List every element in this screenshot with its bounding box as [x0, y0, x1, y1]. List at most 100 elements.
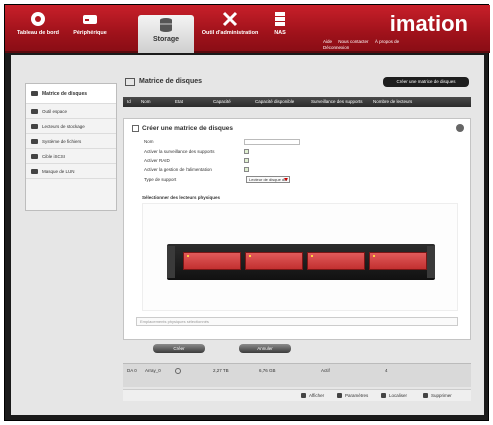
help-link[interactable]: Aide [323, 39, 332, 44]
drive-selector [142, 203, 458, 311]
sidebar-item-lun-mask[interactable]: Masque de LUN [26, 164, 116, 179]
drive-bay-3[interactable] [307, 252, 365, 270]
about-link[interactable]: À propos de [375, 39, 399, 44]
name-label: Nom [144, 139, 154, 144]
array-capacity: 2,27 TB [213, 368, 229, 373]
sidebar-item-label: Cible iSCSI [42, 154, 66, 159]
view-action[interactable]: Afficher [301, 393, 324, 398]
sidebar-item-label: Outil espace [42, 109, 68, 114]
contact-link[interactable]: Nous contacter [338, 39, 368, 44]
action-label: Paramètres [345, 393, 369, 398]
monitoring-checkbox[interactable] [244, 149, 249, 154]
server-icon [275, 12, 285, 26]
nav-storage[interactable]: Storage [138, 15, 194, 53]
header-links: Aide Nous contacter À propos de Déconnex… [323, 39, 443, 51]
column-header[interactable]: Capacité [213, 99, 231, 104]
form-icon [132, 125, 139, 132]
sidebar-item-label: Matrice de disques [42, 91, 88, 97]
page-title: Matrice de disques [123, 78, 203, 86]
array-drive-count: 4 [385, 368, 388, 373]
create-button[interactable]: Créer [153, 344, 205, 353]
form-title: Créer une matrice de disques [132, 125, 233, 132]
cancel-button[interactable]: Annuler [239, 344, 291, 353]
drive-bay-2[interactable] [245, 252, 303, 270]
disk-array-icon [125, 78, 135, 86]
close-icon[interactable] [456, 124, 464, 132]
locate-icon [381, 393, 386, 398]
device-icon [83, 15, 97, 24]
drive-led [311, 255, 313, 257]
create-array-button[interactable]: Créer une matrice de disques [383, 77, 469, 87]
nas-rack-image [167, 244, 435, 280]
drive-led [373, 255, 375, 257]
column-header[interactable]: Capacité disponible [255, 99, 294, 104]
table-header: Id Nom Etat Capacité Capacité disponible… [123, 97, 471, 107]
settings-action[interactable]: Paramètres [337, 393, 368, 398]
sidebar-item-space-tool[interactable]: Outil espace [26, 104, 116, 119]
sidebar-item-iscsi-target[interactable]: Cible iSCSI [26, 149, 116, 164]
power-label: Activer la gestion de l'alimentation [144, 167, 212, 172]
array-available: 6,76 GB [259, 368, 276, 373]
raid-checkbox[interactable] [244, 158, 249, 163]
nav-admin-tools[interactable]: Outil d'administration [201, 9, 259, 53]
top-navigation-bar: Tableau de bord Périphérique Storage Out… [5, 5, 490, 53]
column-header[interactable]: Nom [141, 99, 151, 104]
content-pane: Matrice de disques Créer une matrice de … [123, 73, 473, 409]
page-title-text: Matrice de disques [139, 78, 203, 85]
tools-icon [222, 11, 238, 27]
app-window: Tableau de bord Périphérique Storage Out… [4, 4, 490, 421]
drive-icon [31, 124, 38, 129]
column-header[interactable]: Surveillance des supports [311, 99, 363, 104]
create-array-form: Créer une matrice de disques Nom Activer… [123, 118, 471, 340]
media-type-label: Type de support [144, 177, 177, 182]
delete-action[interactable]: Supprimer [423, 393, 452, 398]
table-row[interactable]: DA 0 Array_0 2,27 TB 6,76 GB Actif 4 [123, 363, 471, 387]
column-header[interactable]: Id [127, 99, 131, 104]
nav-nas[interactable]: NAS [255, 9, 305, 53]
media-type-select[interactable]: Lecteur de disque dur [246, 176, 290, 183]
nav-label: Outil d'administration [201, 30, 259, 36]
drive-led [249, 255, 251, 257]
rack-ear-left [167, 246, 175, 278]
nav-device[interactable]: Périphérique [65, 9, 115, 53]
trash-icon [423, 393, 428, 398]
power-checkbox[interactable] [244, 167, 249, 172]
drive-bay-1[interactable] [183, 252, 241, 270]
column-header[interactable]: Etat [175, 99, 183, 104]
sidebar-item-file-systems[interactable]: Système de fichiers [26, 134, 116, 149]
chevron-down-icon [284, 178, 288, 181]
main-area: Matrice de disques Outil espace Lecteurs… [11, 55, 484, 415]
drive-led [187, 255, 189, 257]
drive-bay-4[interactable] [369, 252, 427, 270]
nav-label: Périphérique [73, 30, 107, 36]
form-title-text: Créer une matrice de disques [142, 125, 234, 132]
array-name: Array_0 [145, 368, 161, 373]
select-drives-label: Sélectionner des lecteurs physiques [142, 195, 221, 200]
nav-label: Tableau de bord [16, 30, 60, 36]
logout-link[interactable]: Déconnexion [323, 45, 349, 50]
mask-icon [31, 169, 38, 174]
nav-label: NAS [274, 30, 286, 36]
sidebar-item-label: Masque de LUN [42, 169, 75, 174]
selected-slots-field[interactable]: Emplacements physiques sélectionnés [136, 317, 458, 326]
rack-ear-right [427, 246, 435, 278]
action-label: Supprimer [431, 393, 452, 398]
monitoring-label: Activer la surveillance des supports [144, 149, 215, 154]
storage-icon [160, 18, 172, 32]
array-id: DA 0 [127, 368, 137, 373]
nav-dashboard[interactable]: Tableau de bord [13, 9, 63, 53]
column-header[interactable]: Nombre de lecteurs [373, 99, 412, 104]
sidebar-item-storage-drives[interactable]: Lecteurs de stockage [26, 119, 116, 134]
sidebar-item-disk-arrays[interactable]: Matrice de disques [26, 84, 116, 104]
name-field[interactable] [244, 139, 300, 145]
locate-action[interactable]: Localiser [381, 393, 407, 398]
disk-array-icon [31, 91, 38, 96]
media-type-value: Lecteur de disque dur [249, 177, 288, 182]
warning-icon [175, 368, 181, 374]
space-icon [31, 109, 38, 114]
brand-logo: imation [389, 11, 468, 36]
sidebar-item-label: Système de fichiers [42, 139, 82, 144]
dashboard-icon [31, 12, 45, 26]
pencil-icon [337, 393, 342, 398]
raid-label: Activer RAID [144, 158, 170, 163]
